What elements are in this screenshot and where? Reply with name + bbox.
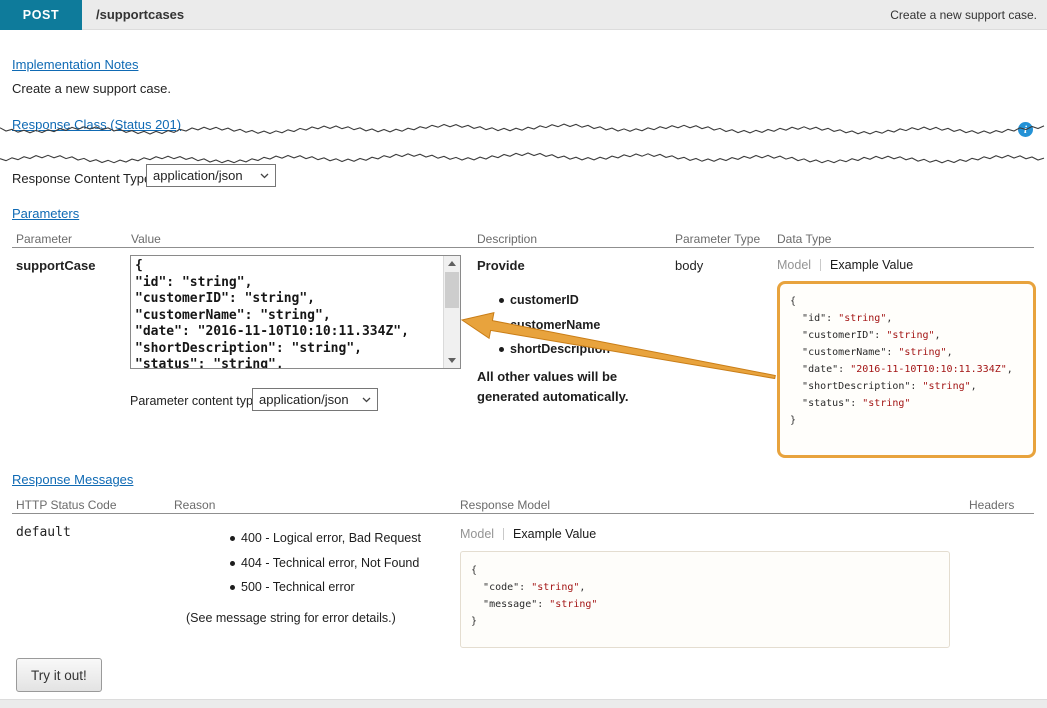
swagger-operation-page: POST /supportcases Create a new support …	[0, 0, 1047, 708]
col-headers: Headers	[969, 498, 1014, 512]
description-note: All other values will be generated autom…	[477, 367, 662, 407]
reason-bullet-item: 400 - Logical error, Bad Request	[186, 526, 421, 551]
col-parameter: Parameter	[16, 232, 72, 246]
col-parameter-type: Parameter Type	[675, 232, 760, 246]
tab-example-value[interactable]: Example Value	[513, 527, 596, 541]
col-value: Value	[131, 232, 161, 246]
description-bullet-item: shortDescription	[477, 337, 610, 362]
response-content-type-select[interactable]: application/json	[146, 164, 276, 187]
parameter-content-type-select[interactable]: application/json	[252, 388, 378, 411]
col-description: Description	[477, 232, 537, 246]
endpoint-path[interactable]: /supportcases	[96, 0, 184, 30]
description-intro: Provide	[477, 258, 525, 273]
response-messages-heading[interactable]: Response Messages	[12, 472, 133, 487]
col-data-type: Data Type	[777, 232, 831, 246]
tab-example-value[interactable]: Example Value	[830, 258, 913, 272]
example-value-box[interactable]: { "id": "string", "customerID": "string"…	[777, 281, 1036, 458]
col-reason: Reason	[174, 498, 215, 512]
description-bullet-item: customerID	[477, 288, 610, 313]
textarea-scrollbar[interactable]	[443, 256, 460, 368]
parameter-content-type-label: Parameter content type:	[130, 394, 263, 408]
reason-bullet-item: 404 - Technical error, Not Found	[186, 551, 421, 576]
response-model-tabs: Model Example Value	[460, 527, 596, 541]
implementation-notes-heading[interactable]: Implementation Notes	[12, 57, 138, 72]
parameters-heading[interactable]: Parameters	[12, 206, 79, 221]
implementation-notes-text: Create a new support case.	[12, 81, 171, 96]
tear-line-bottom	[0, 153, 1044, 163]
reason-note: (See message string for error details.)	[186, 611, 396, 625]
scroll-down-icon[interactable]	[444, 353, 460, 368]
data-type-tabs: Model Example Value	[777, 258, 913, 272]
col-http-status-code: HTTP Status Code	[16, 498, 117, 512]
scroll-up-icon[interactable]	[444, 256, 460, 271]
response-model-example-box[interactable]: { "code": "string", "message": "string" …	[460, 551, 950, 648]
parameter-name: supportCase	[16, 258, 95, 273]
parameter-value-editor	[130, 255, 461, 369]
parameter-value-textarea[interactable]	[131, 256, 443, 368]
http-method-badge[interactable]: POST	[0, 0, 82, 30]
tab-divider	[503, 528, 504, 540]
parameter-content-type-value: application/json	[259, 392, 349, 407]
response-content-type-label: Response Content Type	[12, 171, 151, 186]
tab-divider	[820, 259, 821, 271]
response-messages-header-rule	[12, 513, 1034, 514]
description-bullets: customerIDcustomerNameshortDescription	[477, 288, 610, 362]
response-content-type-value: application/json	[153, 168, 243, 183]
chevron-down-icon	[362, 397, 371, 403]
parameters-header-rule	[12, 247, 1034, 248]
next-section-strip	[0, 699, 1047, 708]
response-model-json: { "code": "string", "message": "string" …	[471, 562, 939, 630]
endpoint-summary: Create a new support case.	[890, 0, 1037, 30]
response-class-heading[interactable]: Response Class (Status 201)	[12, 117, 181, 132]
try-it-out-button[interactable]: Try it out!	[16, 658, 102, 692]
tab-model[interactable]: Model	[460, 527, 494, 541]
parameter-type-value: body	[675, 258, 703, 273]
description-bullet-item: customerName	[477, 313, 610, 338]
reason-bullet-item: 500 - Technical error	[186, 575, 421, 600]
status-code-value: default	[16, 525, 71, 540]
info-icon[interactable]: i	[1018, 122, 1033, 137]
example-value-json: { "id": "string", "customerID": "string"…	[790, 293, 1023, 429]
endpoint-header-bar[interactable]: POST /supportcases Create a new support …	[0, 0, 1047, 30]
reason-bullets: 400 - Logical error, Bad Request404 - Te…	[186, 526, 421, 600]
col-response-model: Response Model	[460, 498, 550, 512]
chevron-down-icon	[260, 173, 269, 179]
scrollbar-thumb[interactable]	[445, 272, 459, 308]
tab-model[interactable]: Model	[777, 258, 811, 272]
